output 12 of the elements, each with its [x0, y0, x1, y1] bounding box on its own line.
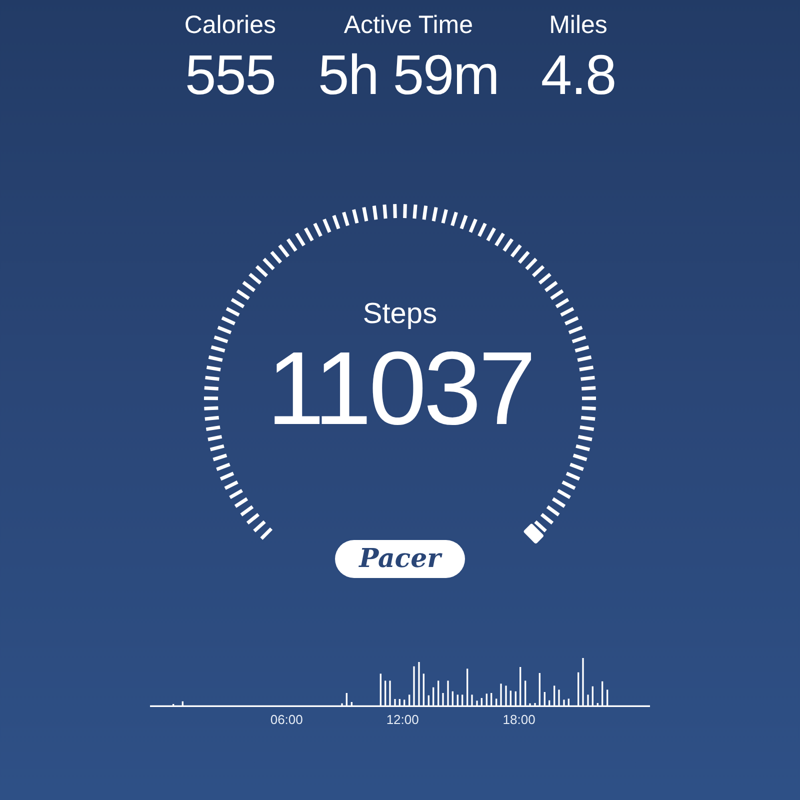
stat-label: Active Time	[344, 10, 474, 41]
stat-label: Miles	[549, 10, 608, 41]
steps-count: 11037	[266, 334, 534, 444]
stat-value: 4.8	[540, 42, 616, 108]
time-label: 18:00	[502, 712, 536, 727]
stat-label: Calories	[184, 10, 276, 41]
app-logo: Pacer	[335, 540, 465, 578]
steps-label: Steps	[362, 297, 438, 332]
time-label: 06:00	[270, 712, 303, 727]
stat-value: 555	[184, 42, 276, 108]
time-label: 12:00	[386, 712, 419, 727]
stat-value: 5h 59m	[318, 42, 499, 108]
